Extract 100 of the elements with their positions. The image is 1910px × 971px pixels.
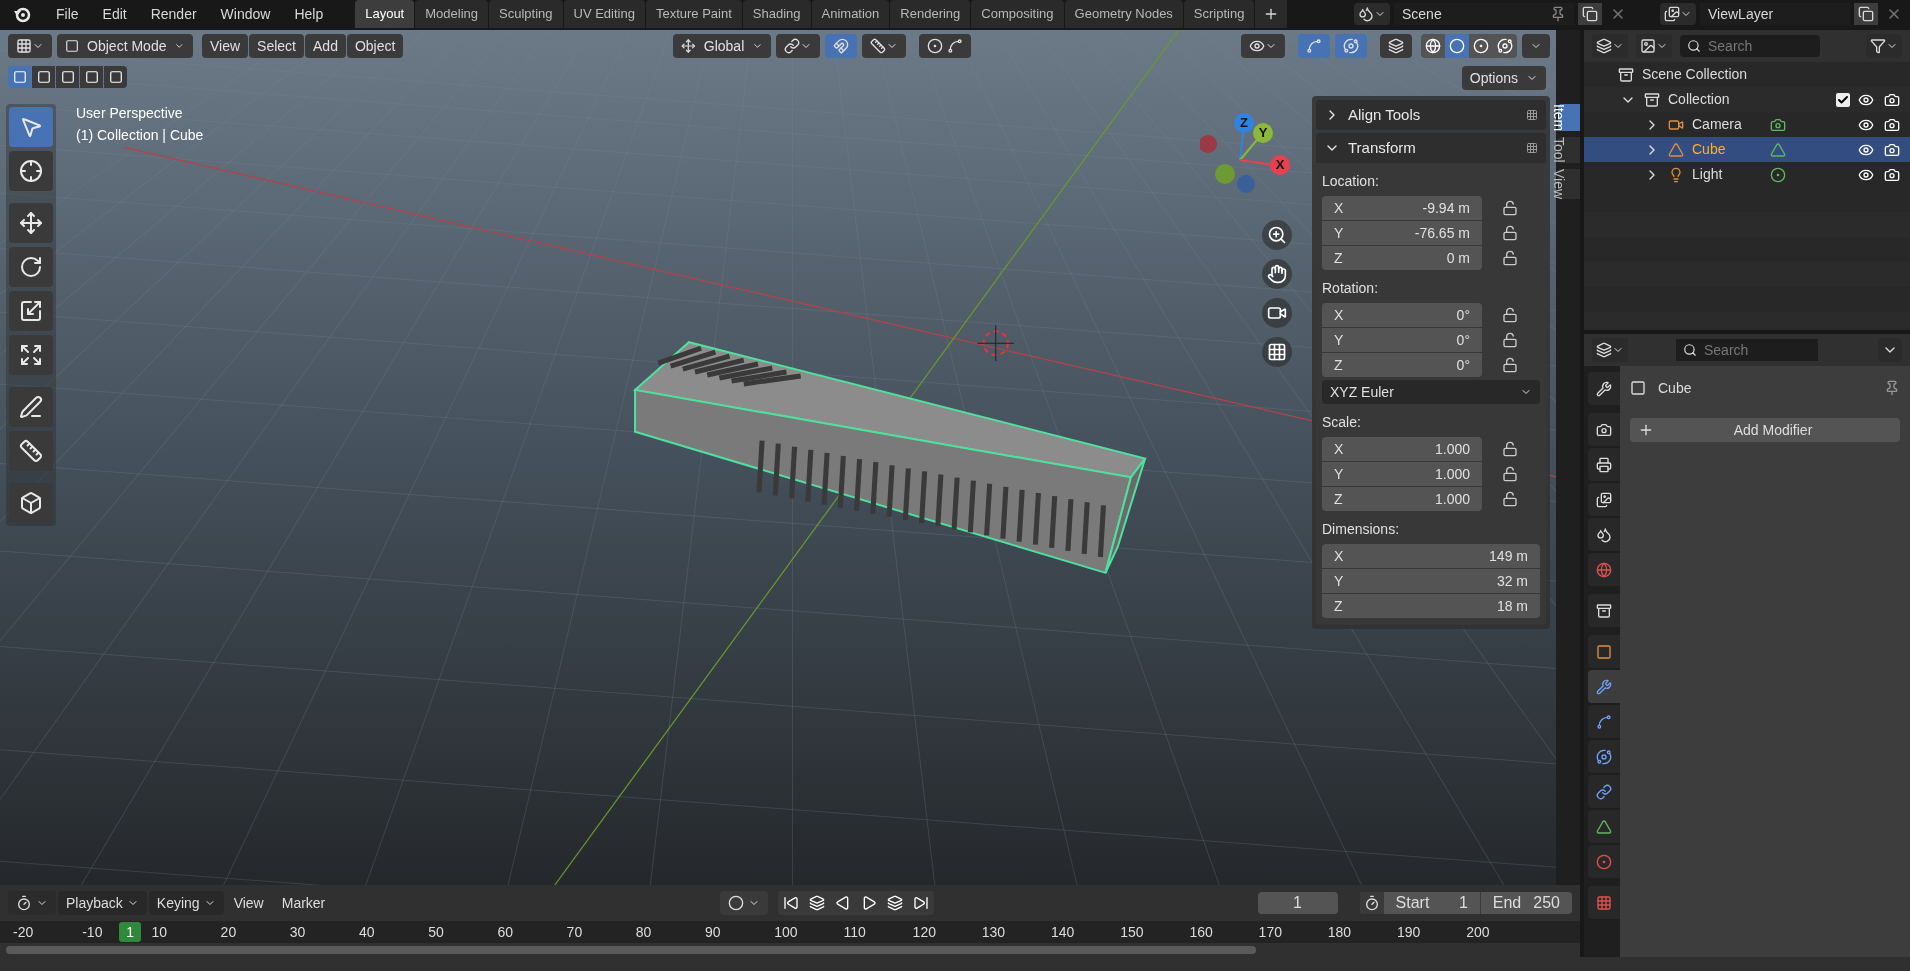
panel-header[interactable]: Transform [1316, 133, 1546, 163]
number-field[interactable]: Z 0 m [1322, 246, 1482, 270]
workspace-tab[interactable]: Shading [742, 0, 811, 28]
shading-button[interactable] [1493, 34, 1517, 58]
tool-button[interactable] [9, 387, 53, 427]
add-workspace-button[interactable] [1255, 0, 1288, 28]
navigation-button[interactable] [1262, 259, 1292, 289]
properties-tab[interactable] [1588, 740, 1620, 773]
add-modifier-button[interactable]: Add Modifier [1630, 418, 1900, 442]
select-mode-button[interactable] [8, 66, 31, 88]
navigation-button[interactable] [1262, 298, 1292, 328]
workspace-tab[interactable]: Geometry Nodes [1064, 0, 1183, 28]
gizmo-toggle[interactable] [1298, 34, 1330, 58]
editor-type-button[interactable] [8, 34, 52, 58]
search-field[interactable]: Search [1676, 339, 1818, 361]
header-menu[interactable]: Add [305, 34, 346, 58]
number-field[interactable]: Y -76.65 m [1322, 221, 1482, 245]
scene-selector-button[interactable] [1354, 3, 1390, 25]
lock-toggle[interactable] [1502, 250, 1518, 266]
properties-tab[interactable] [1588, 413, 1620, 446]
workspace-tab[interactable]: Sculpting [489, 0, 563, 28]
number-field[interactable]: Z 1.000 [1322, 487, 1482, 511]
workspace-tab[interactable]: Animation [811, 0, 890, 28]
workspace-tab[interactable]: Compositing [971, 0, 1064, 28]
properties-tab[interactable] [1588, 372, 1620, 405]
menu-item[interactable]: Help [282, 0, 336, 28]
number-field[interactable]: X 0° [1322, 303, 1482, 327]
editor-type-button[interactable] [8, 891, 56, 915]
number-field[interactable]: X 149 m [1322, 544, 1540, 568]
overlay-toggle[interactable] [1335, 34, 1367, 58]
properties-tab[interactable] [1588, 775, 1620, 808]
search-field[interactable]: Search [1680, 35, 1820, 57]
outliner-row[interactable]: Cube [1584, 137, 1910, 162]
scrollbar[interactable] [6, 946, 1256, 954]
view-layer-field[interactable]: ViewLayer [1700, 3, 1850, 25]
select-mode-button[interactable] [104, 66, 127, 88]
timeline-menu[interactable]: Playback [58, 891, 147, 915]
shading-button[interactable] [1469, 34, 1493, 58]
timeline-ruler[interactable]: -20 -10 1 10 20 30 40 50 60 70 80 90 100 110 120 130 140 150 160 170 180 190 200 [0, 921, 1580, 943]
view-layer-selector-button[interactable] [1660, 3, 1696, 25]
lock-toggle[interactable] [1502, 225, 1518, 241]
editor-type-button[interactable] [1592, 338, 1628, 362]
xray-toggle[interactable] [1380, 34, 1412, 58]
number-field[interactable]: X -9.94 m [1322, 196, 1482, 220]
number-field[interactable]: Z 18 m [1322, 594, 1540, 618]
tool-button[interactable] [9, 203, 53, 243]
workspace-tab[interactable]: Scripting [1183, 0, 1255, 28]
menu-item[interactable]: Window [208, 0, 283, 28]
timeline-menu[interactable]: Keying [148, 891, 224, 915]
workspace-tab[interactable]: UV Editing [563, 0, 645, 28]
timeline-menu[interactable]: Marker [273, 891, 334, 915]
options-dropdown[interactable] [1878, 338, 1902, 362]
tool-button[interactable] [9, 335, 53, 375]
properties-tab[interactable] [1588, 705, 1620, 738]
menu-item[interactable]: Render [138, 0, 209, 28]
navigation-button[interactable] [1262, 220, 1292, 250]
snap-dropdown[interactable] [862, 34, 907, 58]
lock-toggle[interactable] [1502, 491, 1518, 507]
properties-tab[interactable] [1588, 518, 1620, 551]
header-menu[interactable]: Object [346, 34, 404, 58]
tree-item[interactable]: Collection [1668, 89, 1828, 110]
tool-button[interactable] [9, 151, 53, 191]
menu-item[interactable]: Edit [90, 0, 139, 28]
display-mode-button[interactable] [1636, 34, 1672, 58]
tool-button[interactable] [9, 107, 53, 147]
number-field[interactable]: X 1.000 [1322, 437, 1482, 461]
navigation-button[interactable] [1262, 337, 1292, 367]
tool-button[interactable] [9, 431, 53, 471]
shading-button[interactable] [1445, 34, 1469, 58]
select-mode-button[interactable] [56, 66, 79, 88]
timeline-menu[interactable]: View [225, 891, 272, 915]
lock-toggle[interactable] [1502, 332, 1518, 348]
visibility-dropdown[interactable] [1241, 34, 1285, 58]
lock-toggle[interactable] [1502, 466, 1518, 482]
workspace-tab[interactable]: Rendering [890, 0, 971, 28]
properties-tab[interactable] [1588, 594, 1620, 627]
current-frame-field[interactable]: 1 [1257, 892, 1338, 914]
properties-tab[interactable] [1588, 810, 1620, 843]
header-menu[interactable]: View [202, 34, 249, 58]
snap-toggle[interactable] [825, 34, 858, 58]
tool-button[interactable] [9, 247, 53, 287]
end-frame-field[interactable]: End 250 [1479, 892, 1572, 914]
lock-toggle[interactable] [1502, 200, 1518, 216]
tool-button[interactable] [9, 483, 53, 523]
properties-tab[interactable] [1588, 483, 1620, 516]
pivot-dropdown[interactable] [776, 34, 821, 58]
copy-button[interactable] [1854, 3, 1878, 25]
tree-item[interactable]: Scene Collection [1642, 64, 1748, 85]
workspace-tab[interactable]: Texture Paint [645, 0, 742, 28]
rotation-mode-dropdown[interactable]: XYZ Euler [1322, 380, 1540, 404]
properties-tab[interactable] [1588, 448, 1620, 481]
orientation-dropdown[interactable]: Global [673, 34, 772, 58]
number-field[interactable]: Y 1.000 [1322, 462, 1482, 486]
checkbox[interactable] [1836, 92, 1850, 107]
options-dropdown[interactable]: Options [1461, 66, 1546, 90]
workspace-tab[interactable]: Modeling [415, 0, 488, 28]
panel-header[interactable]: Align Tools [1316, 100, 1546, 130]
lock-toggle[interactable] [1502, 441, 1518, 457]
copy-button[interactable] [1578, 3, 1602, 25]
select-mode-button[interactable] [80, 66, 103, 88]
